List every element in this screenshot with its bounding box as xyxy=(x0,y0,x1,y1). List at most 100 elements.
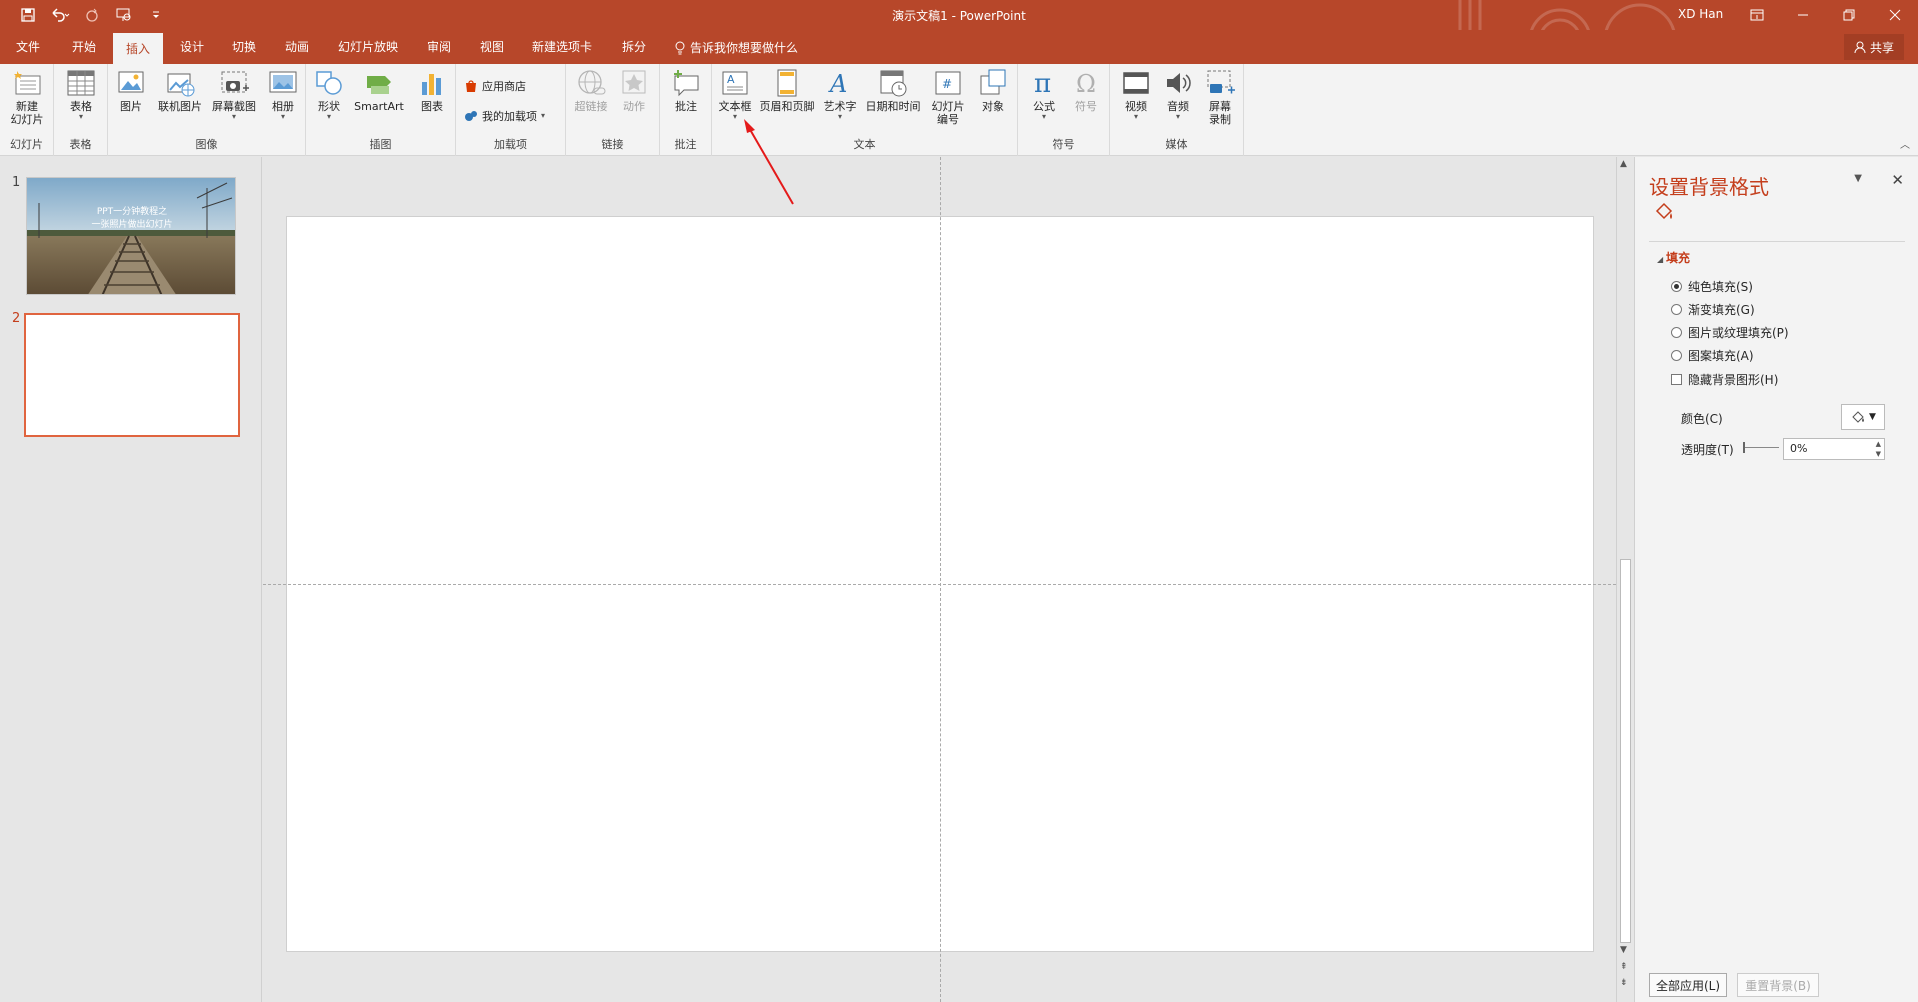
chart-button[interactable]: 图表 xyxy=(414,68,450,113)
slide-thumbnails-pane: 1 PPT一分钟教程之 一张照片做出幻灯片 2 xyxy=(0,157,262,1002)
smartart-button[interactable]: SmartArt xyxy=(350,68,408,113)
hide-background-graphics-checkbox[interactable] xyxy=(1671,374,1682,385)
pattern-fill-radio[interactable] xyxy=(1671,350,1682,361)
transparency-input[interactable]: 0% ▲ ▼ xyxy=(1783,438,1885,460)
comment-label: 批注 xyxy=(675,100,697,113)
tell-me-box[interactable]: 告诉我你想要做什么 xyxy=(674,39,798,56)
tab-review[interactable]: 审阅 xyxy=(427,38,451,55)
header-footer-button[interactable]: 页眉和页脚 xyxy=(756,68,818,113)
new-slide-icon xyxy=(14,71,41,95)
photo-album-button[interactable]: 相册 ▾ xyxy=(264,68,302,121)
textbox-button[interactable]: A 文本框 ▾ xyxy=(716,68,754,121)
pane-close-icon[interactable]: ✕ xyxy=(1891,171,1904,189)
tab-insert[interactable]: 插入 xyxy=(113,33,164,64)
wordart-icon: A xyxy=(828,70,847,98)
transparency-slider[interactable] xyxy=(1743,442,1779,453)
slide-number-label: 幻灯片 编号 xyxy=(931,100,965,126)
lightbulb-icon xyxy=(675,41,685,54)
horizontal-guide[interactable] xyxy=(263,584,1616,585)
minimize-icon[interactable] xyxy=(1780,0,1826,30)
action-button[interactable]: 动作 xyxy=(614,68,654,113)
equation-button[interactable]: π 公式 ▾ xyxy=(1024,68,1064,121)
scroll-up-icon[interactable]: ▲ xyxy=(1620,159,1627,169)
color-label: 颜色(C) xyxy=(1681,412,1723,426)
object-label: 对象 xyxy=(982,100,1004,113)
picture-button[interactable]: 图片 xyxy=(114,68,148,113)
close-icon[interactable] xyxy=(1872,0,1918,30)
wordart-button[interactable]: A 艺术字 ▾ xyxy=(820,68,860,121)
group-label-symbols: 符号 xyxy=(1052,138,1075,151)
screen-recording-button[interactable]: 屏幕 录制 xyxy=(1200,68,1240,126)
picture-fill-radio[interactable] xyxy=(1671,327,1682,338)
person-icon xyxy=(1854,41,1866,53)
hyperlink-button[interactable]: 超链接 xyxy=(570,68,612,113)
format-background-pane: 设置背景格式 ▼ ✕ ◢ 填充 纯色填充(S) 渐变填充(G) 图片或纹理填充(… xyxy=(1634,157,1918,1002)
video-button[interactable]: 视频 ▾ xyxy=(1116,68,1156,121)
scroll-down-icon[interactable]: ▼ xyxy=(1620,945,1627,955)
vertical-guide[interactable] xyxy=(940,157,941,1002)
comment-button[interactable]: 批注 xyxy=(666,68,706,113)
collapse-ribbon-icon[interactable]: ︿ xyxy=(1900,136,1910,151)
reset-background-button[interactable]: 重置背景(B) xyxy=(1737,973,1819,997)
tab-slideshow[interactable]: 幻灯片放映 xyxy=(338,38,398,55)
next-slide-icon[interactable]: ⇟ xyxy=(1620,978,1628,988)
tab-home[interactable]: 开始 xyxy=(72,38,96,55)
symbol-button[interactable]: Ω 符号 xyxy=(1066,68,1106,113)
group-comments: 批注 批注 xyxy=(660,64,712,156)
online-picture-button[interactable]: 联机图片 xyxy=(154,68,206,113)
my-addins-button[interactable]: 我的加载项 ▾ xyxy=(464,108,545,124)
group-label-tables: 表格 xyxy=(69,138,92,151)
fill-section-header[interactable]: ◢ 填充 xyxy=(1657,249,1690,266)
solid-fill-radio[interactable] xyxy=(1671,281,1682,292)
object-button[interactable]: 对象 xyxy=(974,68,1012,113)
vertical-scrollbar[interactable]: ▲ ▼ ⇞ ⇟ xyxy=(1616,157,1634,1002)
ribbon-display-options-icon[interactable] xyxy=(1734,0,1780,30)
textbox-icon: A xyxy=(722,71,748,95)
previous-slide-icon[interactable]: ⇞ xyxy=(1620,962,1628,972)
chevron-down-icon: ▾ xyxy=(231,112,236,121)
tab-design[interactable]: 设计 xyxy=(180,38,204,55)
color-picker-button[interactable]: ▼ xyxy=(1841,404,1885,430)
tab-split[interactable]: 拆分 xyxy=(622,38,646,55)
picture-fill-option[interactable]: 图片或纹理填充(P) xyxy=(1671,324,1789,341)
action-label: 动作 xyxy=(623,100,645,113)
pane-options-icon[interactable]: ▼ xyxy=(1854,173,1862,184)
slide-number-button[interactable]: # 幻灯片 编号 xyxy=(926,68,970,126)
restore-icon[interactable] xyxy=(1826,0,1872,30)
hide-background-graphics-option[interactable]: 隐藏背景图形(H) xyxy=(1671,371,1778,388)
pattern-fill-option[interactable]: 图案填充(A) xyxy=(1671,347,1754,364)
store-button[interactable]: 应用商店 xyxy=(464,78,526,94)
slide-number-1: 1 xyxy=(12,175,21,190)
tab-animations[interactable]: 动画 xyxy=(285,38,309,55)
object-icon xyxy=(980,69,1006,95)
new-slide-label: 新建 幻灯片 xyxy=(10,100,44,126)
tab-view[interactable]: 视图 xyxy=(480,38,504,55)
slide-thumbnail-1[interactable]: PPT一分钟教程之 一张照片做出幻灯片 xyxy=(26,177,236,295)
chart-label: 图表 xyxy=(421,100,443,113)
shapes-button[interactable]: 形状 ▾ xyxy=(312,68,346,121)
table-button[interactable]: 表格 ▾ xyxy=(60,68,102,121)
date-time-button[interactable]: 日期和时间 xyxy=(862,68,924,113)
audio-button[interactable]: 音频 ▾ xyxy=(1158,68,1198,121)
chevron-down-icon: ▼ xyxy=(1869,412,1876,422)
thumbnail-1-line1: PPT一分钟教程之 xyxy=(97,205,167,217)
scrollbar-thumb[interactable] xyxy=(1620,559,1631,943)
gradient-fill-radio[interactable] xyxy=(1671,304,1682,315)
share-button[interactable]: 共享 xyxy=(1844,34,1904,60)
group-label-slides: 幻灯片 xyxy=(10,138,43,151)
paint-bucket-icon[interactable] xyxy=(1653,201,1675,223)
slide-thumbnail-2[interactable] xyxy=(24,313,240,437)
solid-fill-option[interactable]: 纯色填充(S) xyxy=(1671,278,1753,295)
new-slide-button[interactable]: 新建 幻灯片 xyxy=(4,68,50,126)
group-label-images: 图像 xyxy=(195,138,218,151)
gradient-fill-option[interactable]: 渐变填充(G) xyxy=(1671,301,1755,318)
store-label: 应用商店 xyxy=(482,80,526,93)
user-name[interactable]: XD Han xyxy=(1678,7,1723,21)
chevron-down-icon: ▾ xyxy=(1041,112,1046,121)
spinner-icon[interactable]: ▲ ▼ xyxy=(1876,439,1881,459)
tab-file[interactable]: 文件 xyxy=(16,38,40,55)
tab-transitions[interactable]: 切换 xyxy=(232,38,256,55)
tab-new-tab[interactable]: 新建选项卡 xyxy=(532,38,592,55)
apply-to-all-button[interactable]: 全部应用(L) xyxy=(1649,973,1727,997)
screenshot-button[interactable]: 屏幕截图 ▾ xyxy=(208,68,260,121)
